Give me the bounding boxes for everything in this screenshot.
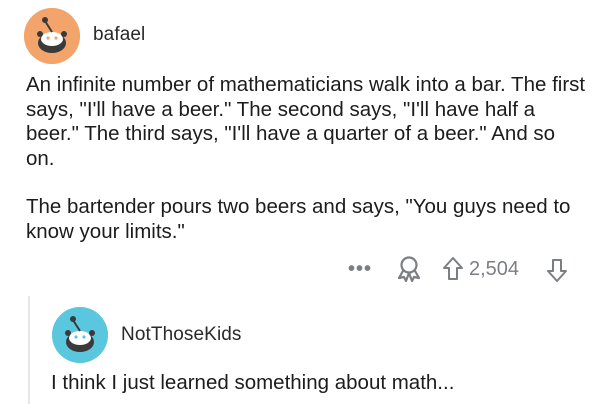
avatar-icon: [52, 307, 108, 363]
avatar-icon: [24, 8, 80, 64]
avatar[interactable]: [24, 8, 80, 64]
comment-thread: bafael An infinite number of mathematici…: [0, 0, 599, 404]
thread-line[interactable]: [28, 296, 30, 404]
comment-body: The bartender pours two beers and says, …: [26, 195, 571, 243]
award-icon[interactable]: [396, 255, 422, 283]
upvote-icon[interactable]: [442, 256, 464, 282]
username[interactable]: bafael: [93, 24, 145, 46]
downvote-icon[interactable]: [546, 257, 568, 283]
comment-actions: ••• 2,504: [340, 253, 580, 285]
avatar[interactable]: [52, 307, 108, 363]
comment-body: An infinite number of mathematicians wal…: [26, 73, 586, 170]
vote-score: 2,504: [469, 258, 520, 280]
username[interactable]: NotThoseKids: [121, 324, 242, 346]
reply-body: I think I just learned something about m…: [51, 371, 455, 394]
more-icon[interactable]: •••: [348, 259, 372, 279]
